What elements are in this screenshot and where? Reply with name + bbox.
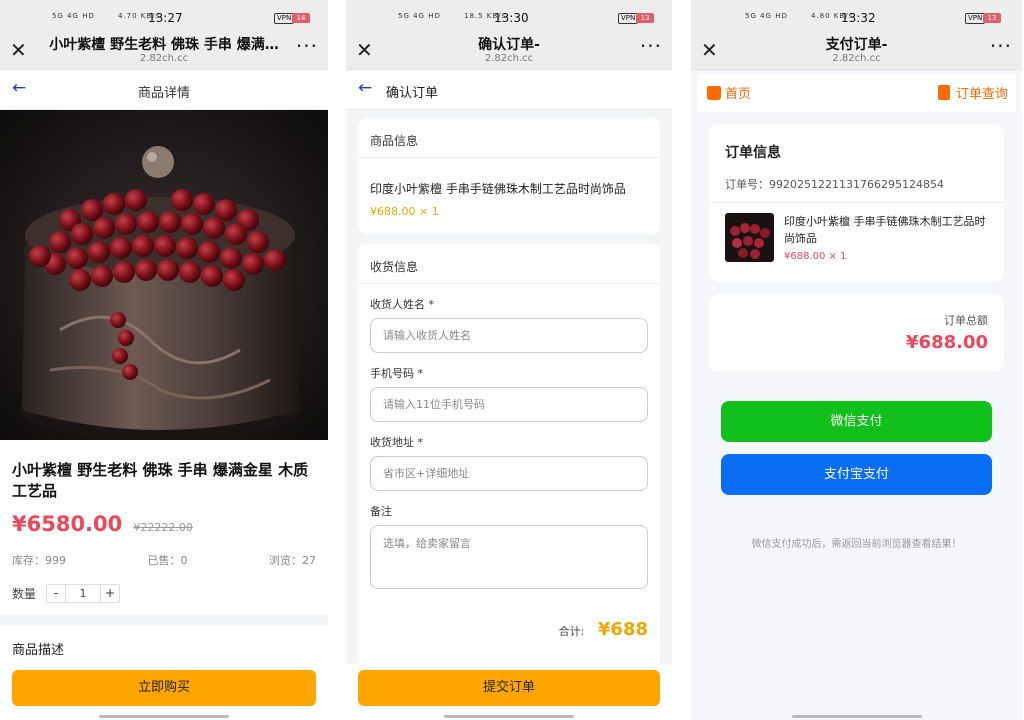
total-value: ¥688 <box>597 619 648 640</box>
status-time: 13:32 <box>841 11 876 25</box>
home-indicator <box>99 715 229 718</box>
product-price: ¥6580.00 <box>12 512 123 536</box>
wechat-title: 支付订单- <box>825 37 888 53</box>
close-icon[interactable]: ✕ <box>10 38 27 62</box>
close-icon[interactable]: ✕ <box>356 38 373 62</box>
wechat-domain: 2.82ch.cc <box>484 53 534 64</box>
submit-order-button[interactable]: 提交订单 <box>358 670 660 706</box>
order-query-label: 订单查询 <box>955 87 1008 102</box>
order-query-link[interactable]: 订单查询 <box>937 83 1008 102</box>
alipay-button[interactable]: 支付宝支付 <box>721 454 992 495</box>
order-info-title: 订单信息 <box>725 145 781 161</box>
section-divider <box>0 615 328 625</box>
status-bar: 5G 4G HD 4.80 KB/s 13:32 VPN 13 <box>691 0 1022 34</box>
top-links-bar: 首页 订单查询 <box>697 74 1016 112</box>
close-icon[interactable]: ✕ <box>701 38 718 62</box>
wechat-title: 小叶紫檀 野生老料 佛珠 手串 爆满… <box>49 37 279 53</box>
wechat-header: ✕ 小叶紫檀 野生老料 佛珠 手串 爆满… 2.82ch.cc ··· <box>0 34 328 70</box>
quantity-input[interactable]: 1 <box>65 585 102 602</box>
address-label: 收货地址 * <box>370 436 423 449</box>
quantity-stepper: - 1 + <box>46 584 121 603</box>
wechat-title: 确认订单- <box>478 37 540 53</box>
wechat-header: ✕ 确认订单- 2.82ch.cc ··· <box>346 34 672 70</box>
original-price: ¥22222.00 <box>133 521 193 534</box>
home-icon <box>707 86 721 100</box>
home-indicator <box>444 715 574 718</box>
more-icon[interactable]: ··· <box>990 34 1012 58</box>
name-label: 收货人姓名 * <box>370 298 434 311</box>
signal-icons: 5G 4G HD <box>398 12 441 20</box>
phone-label: 手机号码 * <box>370 367 423 380</box>
status-bar: 5G 4G HD 4.70 KB/s 13:27 VPN 14 <box>0 0 328 34</box>
product-stats: 库存：999 已售：0 浏览：27 <box>0 536 328 568</box>
back-arrow-icon[interactable]: ← <box>358 78 372 98</box>
total-row: 合计: ¥688 <box>358 589 660 650</box>
signal-icons: 5G 4G HD <box>52 12 95 20</box>
wechat-header: ✕ 支付订单- 2.82ch.cc ··· <box>691 34 1022 70</box>
goods-section-title: 商品信息 <box>358 118 660 158</box>
phone-input[interactable]: 请输入11位手机号码 <box>370 387 648 422</box>
remark-label: 备注 <box>370 505 392 518</box>
shipping-section-title: 收货信息 <box>358 244 660 284</box>
order-goods: 印度小叶紫檀 手串手链佛珠木制工艺品时尚饰品 ¥688.00 × 1 <box>709 203 1004 282</box>
total-value: ¥688.00 <box>906 332 988 353</box>
signal-icons: 5G 4G HD <box>745 12 788 20</box>
quantity-row: 数量 - 1 + <box>0 568 328 603</box>
total-label: 订单总额 <box>944 314 988 327</box>
wechat-pay-button[interactable]: 微信支付 <box>721 401 992 442</box>
home-link-label: 首页 <box>725 87 752 102</box>
wechat-domain: 2.82ch.cc <box>832 53 881 64</box>
battery-icon: 13 <box>636 13 654 23</box>
goods-thumbnail <box>725 213 774 262</box>
more-icon[interactable]: ··· <box>296 34 318 58</box>
home-link[interactable]: 首页 <box>707 83 751 102</box>
status-time: 13:27 <box>148 11 183 25</box>
goods-name: 印度小叶紫檀 手串手链佛珠木制工艺品时尚饰品 <box>370 182 626 196</box>
page-title: 确认订单 <box>386 86 439 101</box>
goods-name: 印度小叶紫檀 手串手链佛珠木制工艺品时尚饰品 <box>784 215 986 245</box>
quantity-plus-button[interactable]: + <box>101 585 119 602</box>
address-input[interactable]: 省市区+详细地址 <box>370 456 648 491</box>
home-indicator <box>791 715 922 718</box>
order-number: 订单号：992025122113176629512485​4 <box>709 162 1004 203</box>
more-icon[interactable]: ··· <box>640 34 662 58</box>
page-navbar: ← 确认订单 <box>346 70 672 110</box>
status-time: 13:30 <box>494 11 529 25</box>
total-label: 合计: <box>558 625 585 638</box>
order-info-card: 订单信息 订单号：992025122113176629512485​4 印度小叶… <box>709 124 1004 282</box>
document-icon <box>937 85 950 100</box>
view-count: 浏览：27 <box>269 554 316 567</box>
page-title: 商品详情 <box>137 86 190 101</box>
battery-icon: 13 <box>983 13 1001 23</box>
product-image <box>0 110 328 440</box>
order-total-card: 订单总额 ¥688.00 <box>709 294 1004 371</box>
bottom-bar: 立即购买 <box>0 664 328 720</box>
screen-product-detail: 5G 4G HD 4.70 KB/s 13:27 VPN 14 ✕ 小叶紫檀 野… <box>0 0 328 720</box>
price-row: ¥6580.00 ¥22222.00 <box>0 502 328 536</box>
goods-price: ¥688.00 × 1 <box>370 205 439 218</box>
shipping-card: 收货信息 收货人姓名 * 请输入收货人姓名 手机号码 * 请输入11位手机号码 … <box>358 244 660 674</box>
remark-textarea[interactable]: 选填，给卖家留言 <box>370 525 648 589</box>
buy-now-button[interactable]: 立即购买 <box>12 670 316 706</box>
goods-card: 商品信息 印度小叶紫檀 手串手链佛珠木制工艺品时尚饰品 ¥688.00 × 1 <box>358 118 660 234</box>
goods-price: ¥688.00 × 1 <box>784 251 847 262</box>
screen-pay-order: 5G 4G HD 4.80 KB/s 13:32 VPN 13 ✕ 支付订单- … <box>691 0 1022 720</box>
name-input[interactable]: 请输入收货人姓名 <box>370 318 648 353</box>
quantity-minus-button[interactable]: - <box>47 585 65 602</box>
quantity-label: 数量 <box>12 587 37 601</box>
payment-note: 微信支付成功后，需返回当前浏览器查看结果！ <box>751 539 962 550</box>
status-bar: 5G 4G HD 18.5 KB/s 13:30 VPN 13 <box>346 0 672 34</box>
sold-count: 已售：0 <box>147 554 188 567</box>
page-navbar: ← 商品详情 <box>0 70 328 110</box>
bottom-bar: 提交订单 <box>346 664 672 720</box>
stock-count: 库存：999 <box>12 554 66 567</box>
screen-confirm-order: 5G 4G HD 18.5 KB/s 13:30 VPN 13 ✕ 确认订单- … <box>346 0 672 720</box>
battery-icon: 14 <box>292 13 310 23</box>
wechat-domain: 2.82ch.cc <box>139 53 189 64</box>
product-name: 小叶紫檀 野生老料 佛珠 手串 爆满金星 木质工艺品 <box>12 461 309 500</box>
